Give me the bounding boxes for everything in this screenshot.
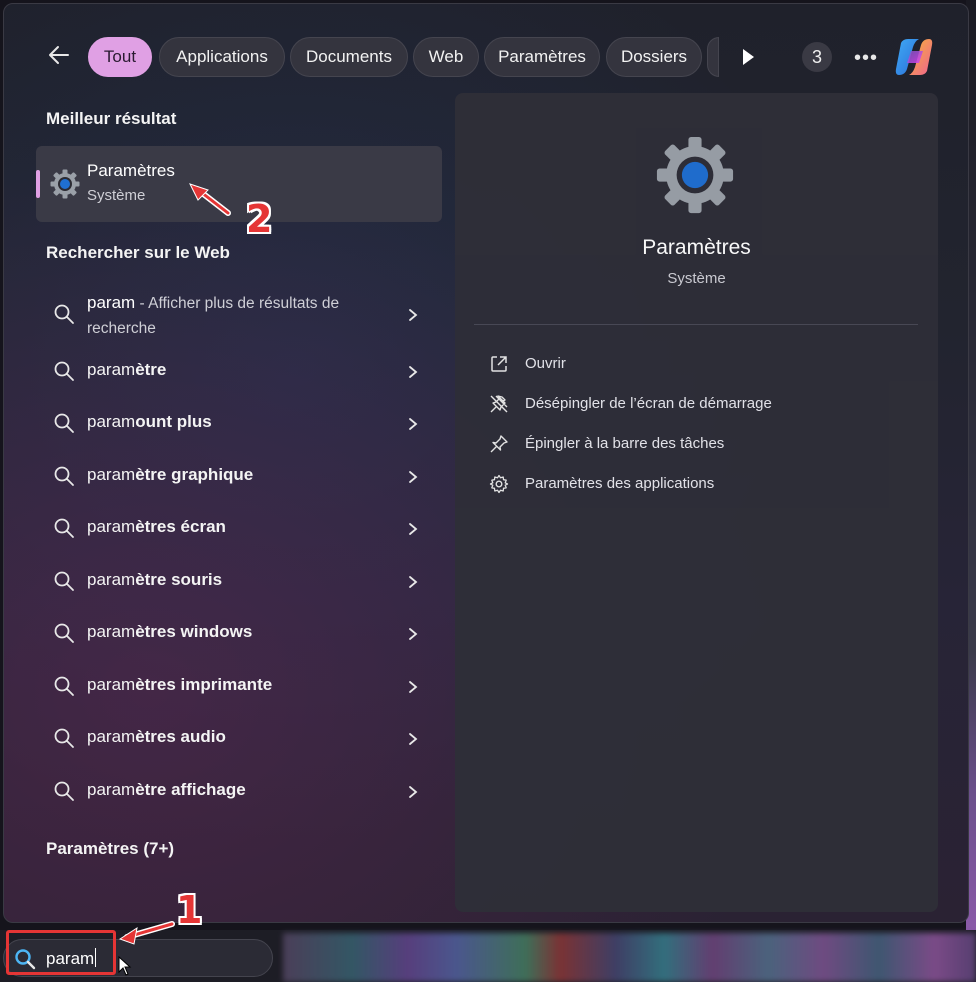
tab-applications[interactable]: Applications [159, 37, 285, 77]
selection-indicator [36, 170, 40, 198]
chevron-right-icon [409, 418, 418, 430]
search-icon [54, 361, 74, 381]
search-icon [54, 728, 74, 748]
action-app-settings[interactable]: Paramètres des applications [489, 472, 909, 498]
search-icon [54, 676, 74, 696]
web-result-label: paramètres écran [87, 517, 226, 536]
open-external-icon [491, 356, 507, 372]
action-label: Désépingler de l’écran de démarrage [525, 395, 772, 412]
web-result-item[interactable]: paramètres écran [36, 514, 442, 544]
annotation-step-2: 2 [246, 197, 273, 241]
detail-panel: Paramètres Système Ouvrir Désépingler de… [455, 93, 938, 912]
annotation-step-1: 1 [176, 888, 203, 932]
action-label: Paramètres des applications [525, 475, 715, 492]
web-result-label: paramètre affichage [87, 780, 246, 799]
web-result-label: paramètres imprimante [87, 675, 273, 694]
arrow-left-icon [49, 46, 69, 64]
best-result-subtitle: Système [87, 187, 146, 204]
web-result-item[interactable]: paramètre souris [36, 567, 442, 597]
action-pin-taskbar[interactable]: Épingler à la barre des tâches [489, 432, 909, 458]
chevron-right-icon [409, 366, 418, 378]
chevron-right-icon [409, 576, 418, 588]
unpin-icon [490, 395, 508, 413]
tab-web[interactable]: Web [413, 37, 479, 77]
best-result-heading: Meilleur résultat [46, 109, 177, 128]
search-icon [54, 304, 74, 324]
chevron-right-icon [409, 523, 418, 535]
settings-more-heading[interactable]: Paramètres (7+) [46, 839, 174, 859]
detail-title: Paramètres [642, 236, 751, 259]
web-result-item[interactable]: paramètre [36, 357, 442, 387]
action-label: Épingler à la barre des tâches [525, 435, 725, 452]
web-result-label: paramètres audio [87, 727, 226, 746]
web-result-label: paramètre souris [87, 570, 223, 589]
settings-gear-icon [49, 168, 81, 200]
web-result-label: param - Afficher plus de résultats de re… [87, 293, 340, 337]
tab-folders[interactable]: Dossiers [606, 37, 702, 77]
web-result-label: paramètre graphique [87, 465, 254, 484]
chevron-right-icon [409, 628, 418, 640]
search-icon [54, 413, 74, 433]
chevron-right-icon [409, 733, 418, 745]
web-result-label: paramount plus [87, 412, 212, 431]
search-icon [54, 518, 74, 538]
detail-subtitle: Système [667, 270, 726, 287]
web-result-label: paramètre [87, 360, 167, 379]
chevron-right-icon [409, 309, 418, 321]
action-unpin-start[interactable]: Désépingler de l’écran de démarrage [489, 392, 909, 418]
tab-settings[interactable]: Paramètres [484, 37, 600, 77]
chevron-right-icon [409, 681, 418, 693]
action-open[interactable]: Ouvrir [489, 352, 909, 378]
taskbar-app-icons [283, 933, 976, 982]
tab-all[interactable]: Tout [88, 37, 152, 77]
web-result-item[interactable]: paramount plus [36, 409, 442, 439]
web-result-item[interactable]: paramètres audio [36, 724, 442, 754]
web-result-item[interactable]: paramètres windows [36, 619, 442, 649]
annotation-highlight-box [6, 930, 116, 975]
chevron-right-icon [409, 786, 418, 798]
tab-documents[interactable]: Documents [290, 37, 408, 77]
mouse-cursor-icon [118, 956, 132, 976]
play-icon [743, 49, 754, 65]
start-search-panel: Tout Applications Documents Web Paramètr… [3, 3, 969, 923]
search-icon [54, 781, 74, 801]
copilot-icon[interactable] [893, 37, 935, 77]
chevron-right-icon [409, 471, 418, 483]
action-label: Ouvrir [525, 355, 566, 372]
pin-icon [490, 435, 508, 453]
rewards-badge[interactable]: 3 [802, 42, 832, 72]
search-icon [54, 623, 74, 643]
best-result-card[interactable]: Paramètres Système [36, 146, 442, 222]
web-result-item[interactable]: param - Afficher plus de résultats de re… [36, 288, 442, 344]
web-search-heading: Rechercher sur le Web [46, 243, 230, 262]
settings-gear-icon [653, 133, 737, 217]
web-result-label: paramètres windows [87, 622, 253, 641]
gear-icon [489, 474, 509, 494]
tab-overflow[interactable] [707, 37, 719, 77]
web-result-item[interactable]: paramètres imprimante [36, 672, 442, 702]
web-result-item[interactable]: paramètre graphique [36, 462, 442, 492]
back-button[interactable] [48, 44, 78, 74]
more-options-button[interactable]: ••• [851, 44, 881, 72]
web-result-item[interactable]: paramètre affichage [36, 777, 442, 807]
filter-bar: Tout Applications Documents Web Paramètr… [4, 4, 968, 104]
divider [474, 324, 918, 325]
scroll-right-button[interactable] [737, 44, 759, 70]
search-icon [54, 466, 74, 486]
search-icon [54, 571, 74, 591]
best-result-title: Paramètres [87, 161, 175, 180]
